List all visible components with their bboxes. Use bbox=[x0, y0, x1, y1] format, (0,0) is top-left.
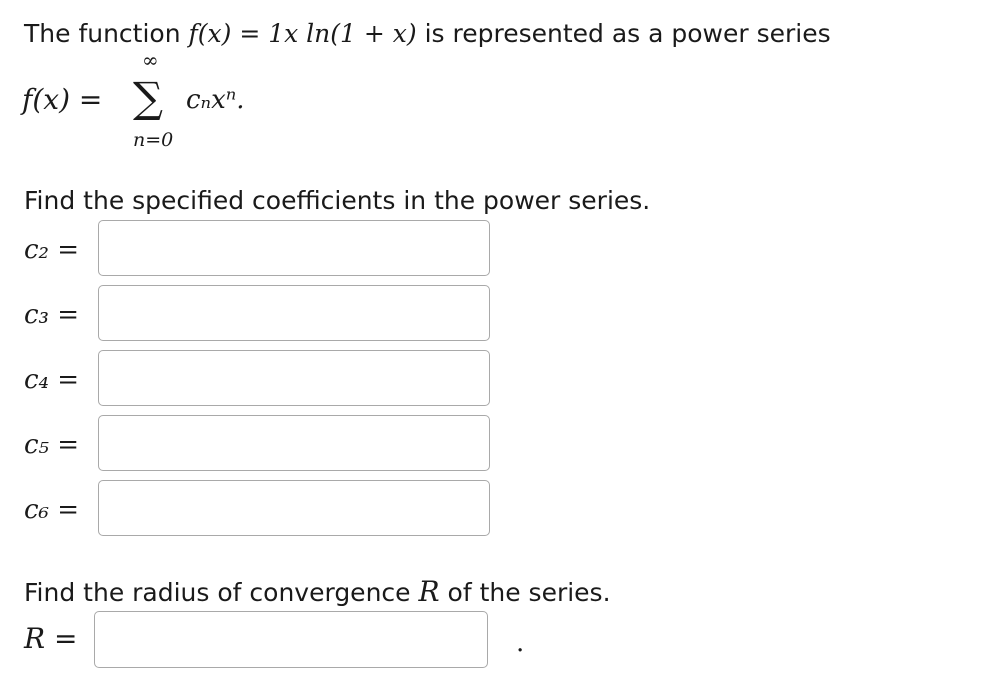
radius-prompt: Find the radius of convergence R of the … bbox=[24, 577, 611, 608]
sigma-lower-limit: n=0 bbox=[133, 129, 174, 151]
radius-input[interactable] bbox=[94, 611, 488, 668]
coefficient-input-c2[interactable] bbox=[98, 220, 490, 276]
sigma-upper-limit: ∞ bbox=[142, 48, 159, 72]
series-lhs: f(x) = bbox=[22, 83, 103, 116]
function-definition: f(x) = 1x ln(1 + x) bbox=[188, 19, 417, 48]
coefficient-input-c4[interactable] bbox=[98, 350, 490, 406]
summation-symbol: ∑ bbox=[133, 73, 163, 122]
coefficient-label-c6: c₆ = bbox=[24, 495, 80, 525]
intro-suffix: is represented as a power series bbox=[416, 19, 831, 48]
coefficients-prompt: Find the specified coefficients in the p… bbox=[24, 186, 651, 215]
radius-prompt-prefix: Find the radius of convergence bbox=[24, 578, 419, 607]
coefficient-input-c5[interactable] bbox=[98, 415, 490, 471]
radius-symbol: R bbox=[418, 575, 440, 608]
coefficient-input-c6[interactable] bbox=[98, 480, 490, 536]
coefficient-label-c5: c₅ = bbox=[24, 430, 80, 460]
coefficient-label-c3: c₃ = bbox=[24, 300, 80, 330]
coefficient-input-c3[interactable] bbox=[98, 285, 490, 341]
problem-statement: The function f(x) = 1x ln(1 + x) is repr… bbox=[24, 19, 831, 49]
intro-prefix: The function bbox=[24, 19, 189, 48]
radius-label: R = bbox=[24, 622, 78, 655]
trailing-period: . bbox=[516, 628, 525, 658]
series-term: cₙxⁿ. bbox=[186, 85, 245, 115]
radius-prompt-suffix: of the series. bbox=[439, 578, 611, 607]
coefficient-label-c4: c₄ = bbox=[24, 365, 80, 395]
coefficient-label-c2: c₂ = bbox=[24, 235, 80, 265]
